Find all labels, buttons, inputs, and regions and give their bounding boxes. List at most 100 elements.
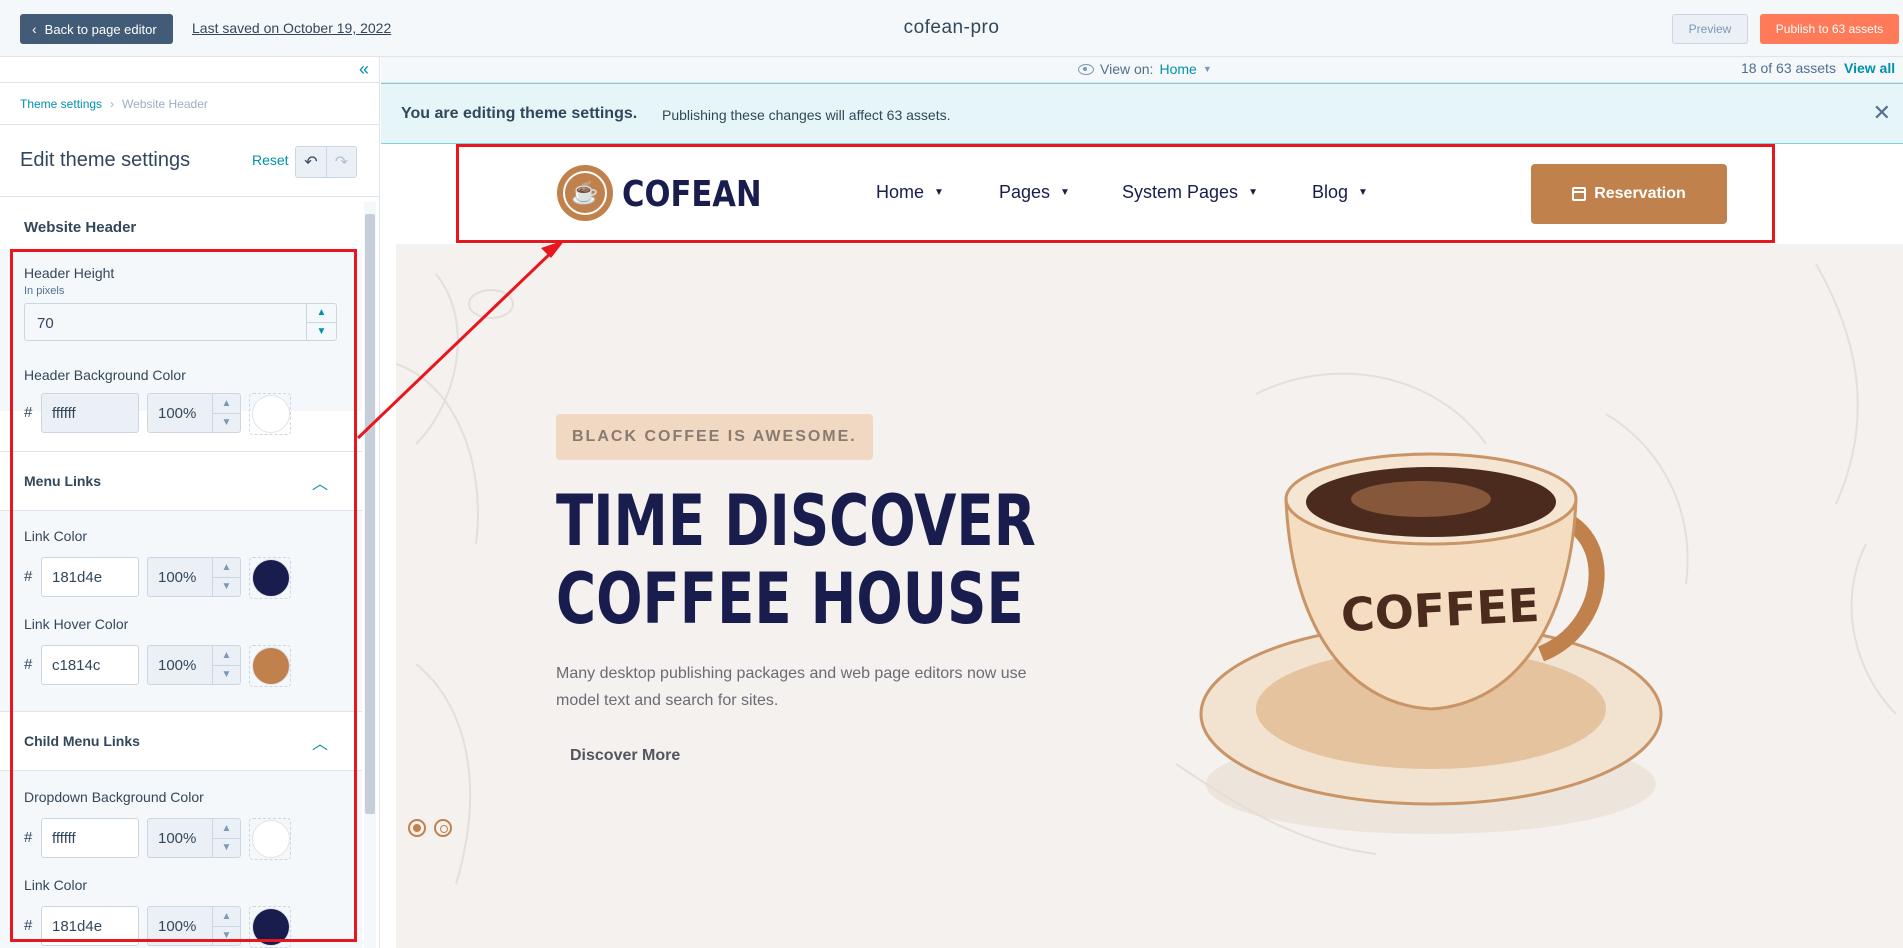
header-bg-hex-input[interactable]: ffffff [41, 393, 139, 433]
caret-down-icon: ▼ [1202, 64, 1212, 74]
chevron-up-icon[interactable]: ▲ [213, 394, 240, 413]
link-color-opacity-input[interactable]: 100% ▲ ▼ [147, 557, 241, 597]
view-bar: View on: Home ▼ 18 of 63 assets View all [381, 57, 1903, 83]
hash-symbol: # [24, 404, 33, 421]
view-on-selector[interactable]: View on: Home ▼ [1078, 61, 1212, 77]
chevron-up-icon[interactable]: ︿ [312, 470, 328, 494]
view-on-value[interactable]: Home [1159, 61, 1196, 77]
hash-symbol: # [24, 568, 33, 585]
back-button-label: Back to page editor [44, 21, 157, 37]
nav-label: Home [876, 182, 925, 202]
chevron-down-icon[interactable]: ▼ [213, 837, 240, 858]
dropdown-bg-label: Dropdown Background Color [24, 789, 204, 805]
editing-theme-banner: You are editing theme settings. Publishi… [381, 83, 1903, 144]
nav-item-pages[interactable]: Pages ▼ [999, 182, 1070, 203]
opacity-stepper: ▲ ▼ [212, 558, 240, 596]
discover-more-link[interactable]: Discover More [570, 747, 680, 765]
reservation-label: Reservation [1594, 185, 1686, 202]
header-height-input[interactable]: 70 ▲ ▼ [24, 303, 337, 341]
last-saved-link[interactable]: Last saved on October 19, 2022 [192, 20, 391, 36]
hash-symbol: # [24, 829, 33, 846]
redo-icon[interactable]: ↷ [326, 147, 356, 177]
hero-title: TIME DISCOVER COFFEE HOUSE [556, 482, 1036, 638]
child-link-hex-input[interactable]: 181d4e [41, 906, 139, 946]
publish-button[interactable]: Publish to 63 assets [1760, 14, 1899, 44]
section-title-website-header: Website Header [24, 219, 137, 236]
page-title: Edit theme settings [20, 149, 191, 171]
site-logo-text[interactable]: COFEAN [622, 174, 762, 215]
header-bg-hex-value: ffffff [52, 405, 76, 422]
link-hover-color-row: # c1814c 100% ▲ ▼ [24, 645, 344, 687]
chevron-up-icon[interactable]: ▲ [307, 304, 336, 322]
cup-label: COFFEE [1340, 578, 1541, 642]
chevron-up-icon[interactable]: ▲ [213, 558, 240, 577]
calendar-icon [1572, 187, 1587, 201]
undo-redo-group: ↶ ↷ [295, 146, 357, 178]
chevron-down-icon[interactable]: ▼ [213, 576, 240, 597]
dropdown-bg-hex-input[interactable]: ffffff [41, 818, 139, 858]
eye-icon [1078, 63, 1094, 75]
chevron-up-icon[interactable]: ▲ [213, 907, 240, 926]
view-all-link[interactable]: View all [1844, 60, 1895, 76]
menu-links-accordion[interactable]: Menu Links ︿ [0, 451, 362, 511]
dropdown-bg-color-swatch[interactable] [252, 820, 290, 858]
chevron-down-icon[interactable]: ▼ [213, 412, 240, 433]
chevron-up-icon[interactable]: ▲ [213, 646, 240, 665]
site-header: ☕ COFEAN Home ▼ Pages ▼ System Pages ▼ B… [381, 144, 1903, 244]
nav-label: System Pages [1122, 182, 1239, 202]
chevron-up-icon[interactable]: ︿ [312, 730, 328, 754]
reset-link[interactable]: Reset [252, 152, 289, 168]
nav-label: Blog [1312, 182, 1349, 202]
link-hover-opacity-value: 100% [158, 657, 197, 674]
chevron-down-icon[interactable]: ▼ [213, 925, 240, 946]
collapse-sidebar-icon[interactable]: « [359, 59, 369, 80]
opacity-stepper: ▲ ▼ [212, 646, 240, 684]
nav-item-system-pages[interactable]: System Pages ▼ [1122, 182, 1258, 203]
breadcrumb-theme-settings[interactable]: Theme settings [20, 97, 102, 111]
header-height-stepper: ▲ ▼ [306, 304, 336, 340]
hero-tag: BLACK COFFEE IS AWESOME. [556, 414, 873, 460]
child-menu-links-accordion[interactable]: Child Menu Links ︿ [0, 711, 362, 771]
reservation-button[interactable]: Reservation [1531, 164, 1727, 224]
sidebar-scrollbar-thumb[interactable] [365, 214, 375, 814]
undo-icon[interactable]: ↶ [296, 147, 326, 177]
link-hover-color-label: Link Hover Color [24, 616, 129, 632]
edit-header: Edit theme settings Reset ↶ ↷ [0, 125, 379, 197]
breadcrumb: Theme settings › Website Header [0, 83, 379, 125]
link-color-opacity-value: 100% [158, 569, 197, 586]
link-hover-opacity-input[interactable]: 100% ▲ ▼ [147, 645, 241, 685]
chevron-down-icon[interactable]: ▼ [213, 664, 240, 685]
nav-label: Pages [999, 182, 1051, 202]
header-bg-opacity-input[interactable]: 100% ▲ ▼ [147, 393, 241, 433]
close-icon[interactable]: ✕ [1873, 100, 1891, 126]
preview-button[interactable]: Preview [1672, 14, 1748, 44]
coffee-cup-illustration: COFFEE [1199, 452, 1663, 834]
nav-item-home[interactable]: Home ▼ [876, 182, 944, 203]
banner-text: Publishing these changes will affect 63 … [662, 107, 951, 123]
link-color-hex-input[interactable]: 181d4e [41, 557, 139, 597]
header-height-value: 70 [37, 315, 54, 332]
slider-dot-1[interactable] [408, 819, 426, 837]
slider-dot-2[interactable] [434, 819, 452, 837]
link-hover-color-swatch[interactable] [252, 647, 290, 685]
link-color-row: # 181d4e 100% ▲ ▼ [24, 557, 344, 599]
header-bg-color-swatch[interactable] [252, 395, 290, 433]
link-color-swatch[interactable] [252, 559, 290, 597]
breadcrumb-separator-icon: › [110, 96, 115, 111]
header-height-help: In pixels [24, 285, 65, 297]
nav-item-blog[interactable]: Blog ▼ [1312, 182, 1368, 203]
hero-title-line-2: COFFEE HOUSE [556, 558, 1024, 640]
child-menu-links-title: Child Menu Links [24, 733, 140, 749]
chevron-up-icon[interactable]: ▲ [213, 819, 240, 838]
link-hover-hex-input[interactable]: c1814c [41, 645, 139, 685]
chevron-down-icon[interactable]: ▼ [307, 321, 336, 341]
cofean-logo-icon[interactable]: ☕ [557, 165, 613, 221]
child-link-color-swatch[interactable] [252, 908, 290, 946]
child-link-opacity-input[interactable]: 100% ▲ ▼ [147, 906, 241, 946]
back-to-editor-button[interactable]: ‹ Back to page editor [20, 14, 173, 44]
header-bg-color-row: # ffffff 100% ▲ ▼ [24, 393, 344, 435]
opacity-stepper: ▲ ▼ [212, 394, 240, 432]
dropdown-bg-opacity-input[interactable]: 100% ▲ ▼ [147, 818, 241, 858]
header-bg-opacity-value: 100% [158, 405, 197, 422]
chevron-down-icon: ▼ [1358, 187, 1368, 198]
